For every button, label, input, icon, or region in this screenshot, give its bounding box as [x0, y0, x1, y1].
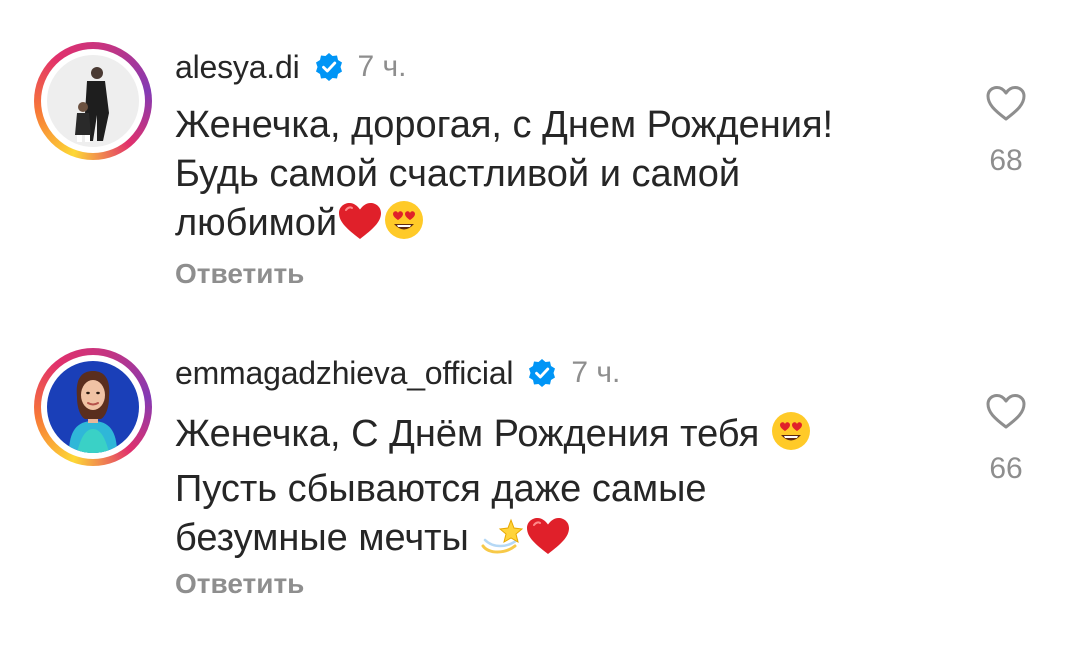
username[interactable]: emmagadzhieva_official [175, 355, 514, 392]
comment-line: Женечка, дорогая, с Днем Рождения! [175, 104, 834, 146]
like-count: 68 [989, 144, 1023, 177]
username[interactable]: alesya.di [175, 49, 300, 86]
comment-line: безумные мечты [175, 517, 469, 559]
avatar-inner [41, 49, 145, 153]
avatar[interactable] [34, 348, 152, 466]
like-count: 66 [989, 452, 1023, 485]
reply-button[interactable]: Ответить [175, 258, 304, 290]
comment-header: emmagadzhieva_official 7 ч. [175, 352, 620, 394]
avatar-photo [47, 361, 139, 453]
heart-eyes-emoji-icon [383, 199, 425, 254]
comment-line: любимой [175, 202, 338, 244]
avatar-inner [41, 355, 145, 459]
comment-line: Пусть сбываются даже самые [175, 468, 707, 510]
comment-time: 7 ч. [571, 356, 621, 389]
red-heart-emoji-icon [525, 516, 571, 569]
comment-time: 7 ч. [357, 50, 407, 83]
comment-text: Женечка, дорогая, с Днем Рождения! Будь … [175, 101, 935, 254]
comment-line-with-emoji: Женечка, С Днём Рождения тебя [175, 410, 935, 465]
comment-line-with-emoji: любимой [175, 199, 935, 254]
comment-line: Женечка, С Днём Рождения тебя [175, 413, 760, 455]
comment-header: alesya.di 7 ч. [175, 46, 406, 88]
avatar[interactable] [34, 42, 152, 160]
heart-eyes-emoji-icon [770, 410, 812, 465]
avatar-photo [47, 55, 139, 147]
comment-line: Будь самой счастливой и самой [175, 153, 741, 195]
dizzy-emoji-icon [479, 516, 525, 569]
comment-line-with-emoji: безумные мечты [175, 514, 935, 569]
like-control: 66 [968, 392, 1044, 486]
comment-text: Женечка, С Днём Рождения тебя Пусть сбыв… [175, 410, 935, 569]
verified-badge-icon [527, 358, 557, 388]
reply-button[interactable]: Ответить [175, 568, 304, 600]
heart-outline-icon[interactable] [985, 84, 1027, 122]
verified-badge-icon [314, 52, 344, 82]
heart-outline-icon[interactable] [985, 392, 1027, 430]
red-heart-emoji-icon [337, 201, 383, 254]
like-control: 68 [968, 84, 1044, 178]
